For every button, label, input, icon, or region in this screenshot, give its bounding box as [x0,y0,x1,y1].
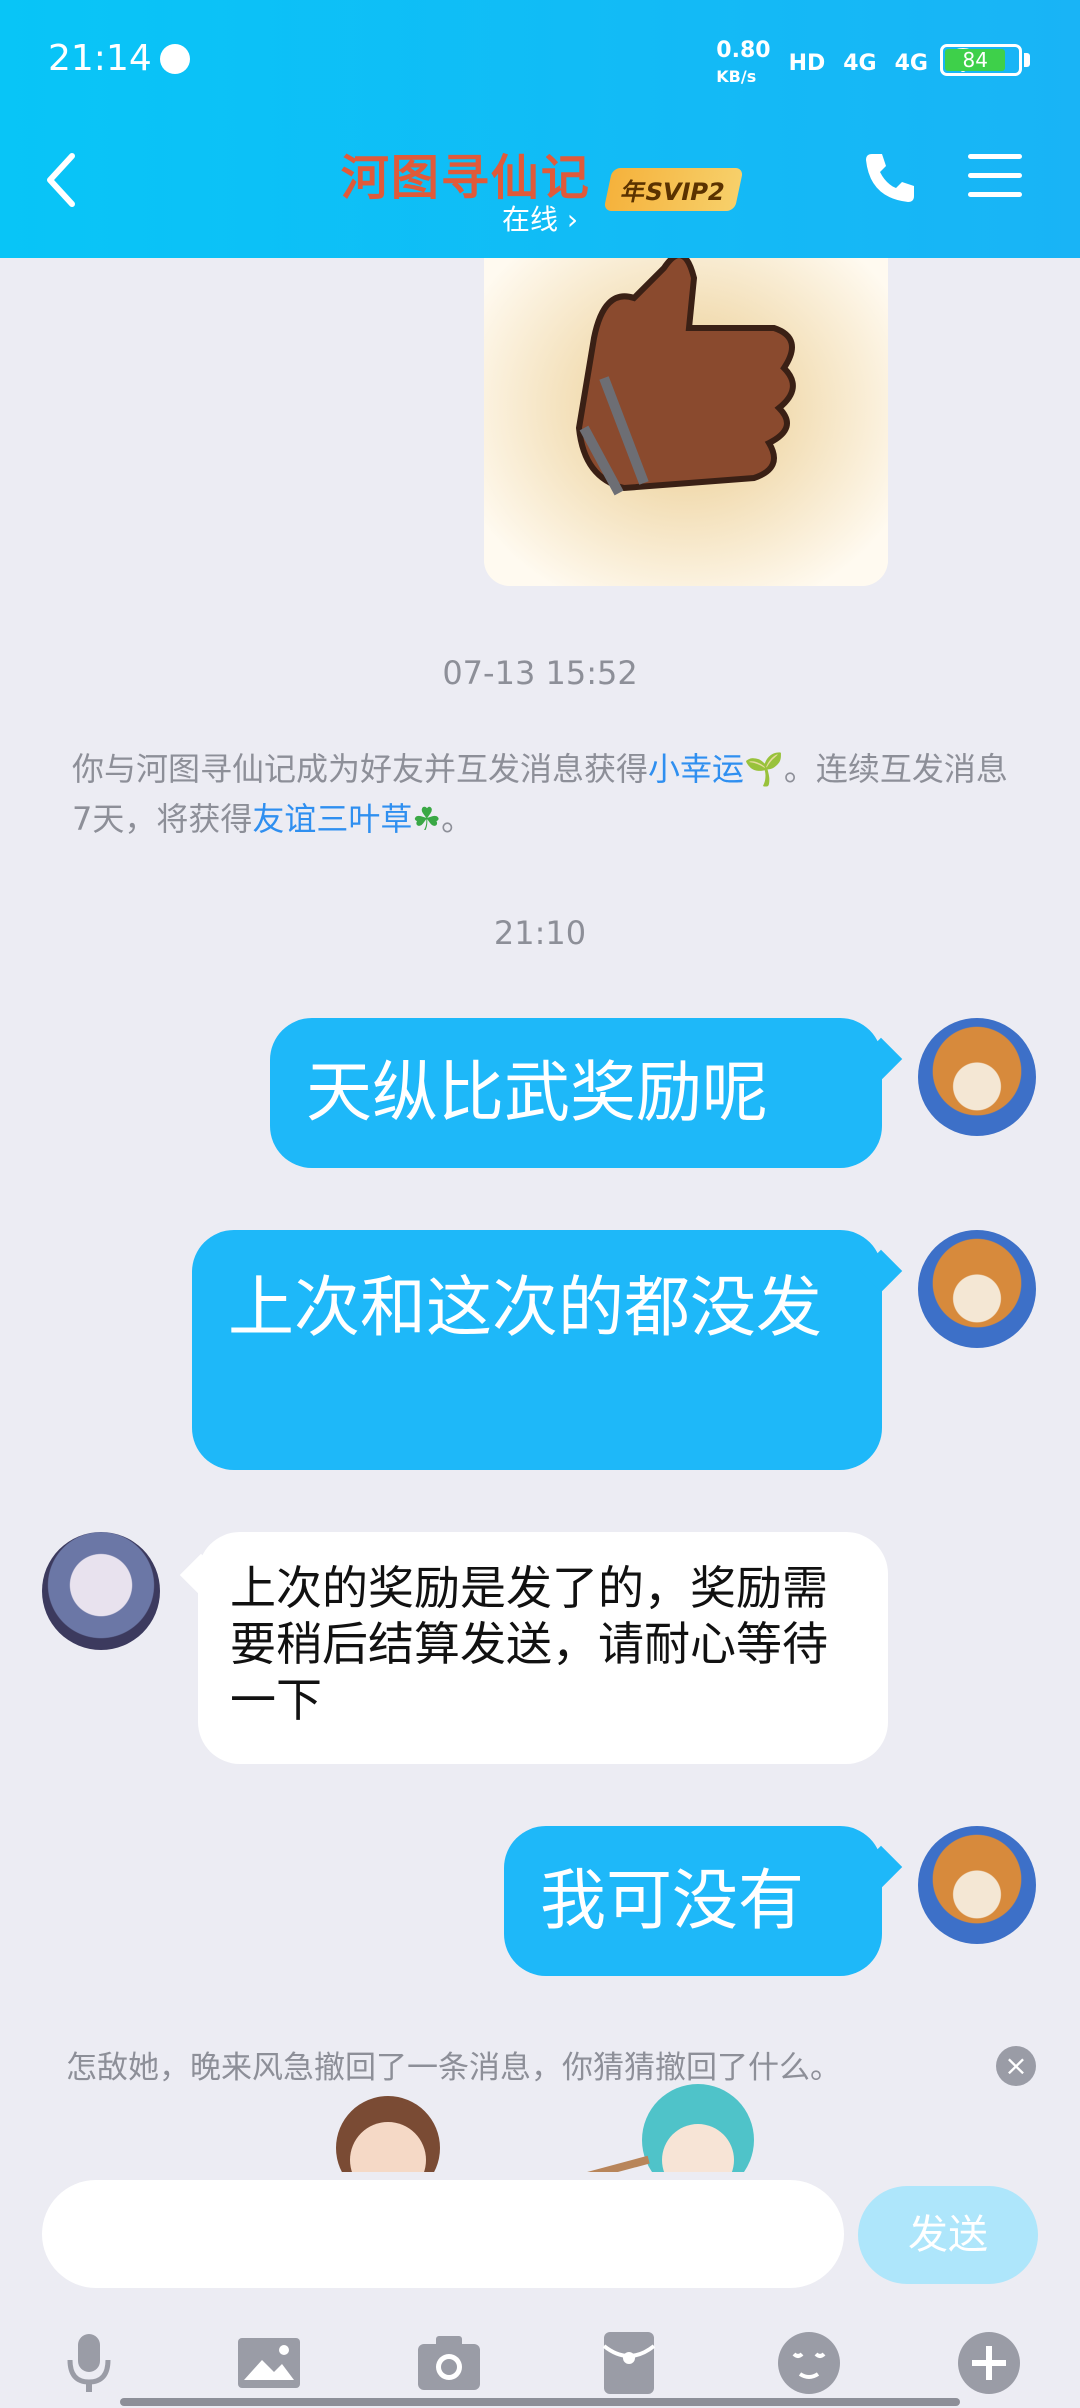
timestamp: 07-13 15:52 [442,654,638,692]
globe-icon [160,44,190,74]
peeking-characters [320,2078,780,2178]
thumbs-up-image[interactable] [484,258,888,586]
microphone-icon[interactable] [56,2330,122,2396]
status-time: 21:14 [48,38,152,79]
red-packet-icon[interactable] [596,2330,662,2396]
net-speed: 0.80 KB/s [716,38,771,86]
my-avatar[interactable] [918,1018,1036,1136]
input-bar: 发送 [0,2172,1080,2408]
clover-icon: ☘ [412,800,442,838]
toolbar [0,2330,1080,2408]
system-message: 你与河图寻仙记成为好友并互发消息获得小幸运🌱。连续互发消息7天，将获得友谊三叶草… [72,750,1008,838]
timestamp: 21:10 [493,914,587,952]
close-icon[interactable]: × [996,2046,1036,2086]
camera-icon[interactable] [416,2330,482,2396]
message-bubble-sent[interactable]: 天纵比武奖励呢 [270,1018,882,1168]
clover-link[interactable]: 友谊三叶草 [252,800,412,838]
lucky-link[interactable]: 小幸运 [648,750,744,788]
send-button[interactable]: 发送 [858,2186,1038,2284]
image-icon[interactable] [236,2330,302,2396]
plus-icon[interactable] [956,2330,1022,2396]
my-avatar[interactable] [918,1230,1036,1348]
chat-area[interactable]: 07-13 15:52 你与河图寻仙记成为好友并互发消息获得小幸运🌱。连续互发消… [0,258,1080,2178]
message-bubble-received[interactable]: 上次的奖励是发了的，奖励需要稍后结算发送，请耐心等待一下 [198,1532,888,1764]
menu-button[interactable] [968,154,1022,202]
menu-line [968,173,1022,178]
message-input[interactable] [42,2180,844,2288]
battery-tip [1024,53,1030,67]
status-bar: 21:14 0.80 KB/s HD 4G 4G 84 [0,0,1080,120]
emoji-icon[interactable] [776,2330,842,2396]
friend-avatar[interactable] [42,1532,160,1650]
message-bubble-sent[interactable]: 我可没有 [504,1826,882,1976]
message-bubble-sent[interactable]: 上次和这次的都没发 [192,1230,882,1470]
my-avatar[interactable] [918,1826,1036,1944]
home-indicator [120,2398,960,2406]
signal-icon-2: 4G [894,50,928,76]
menu-line [968,192,1022,197]
sprout-icon: 🌱 [744,750,784,788]
thumbs-up-icon [484,258,888,586]
signal-icon: 4G [843,50,877,76]
menu-line [968,154,1022,159]
chat-header: 21:14 0.80 KB/s HD 4G 4G 84 河图寻仙记 年SVIP2 … [0,0,1080,258]
battery-icon: 84 [940,44,1022,76]
hd-icon: HD [788,50,826,76]
call-button[interactable] [860,148,920,208]
phone-icon [866,154,914,202]
